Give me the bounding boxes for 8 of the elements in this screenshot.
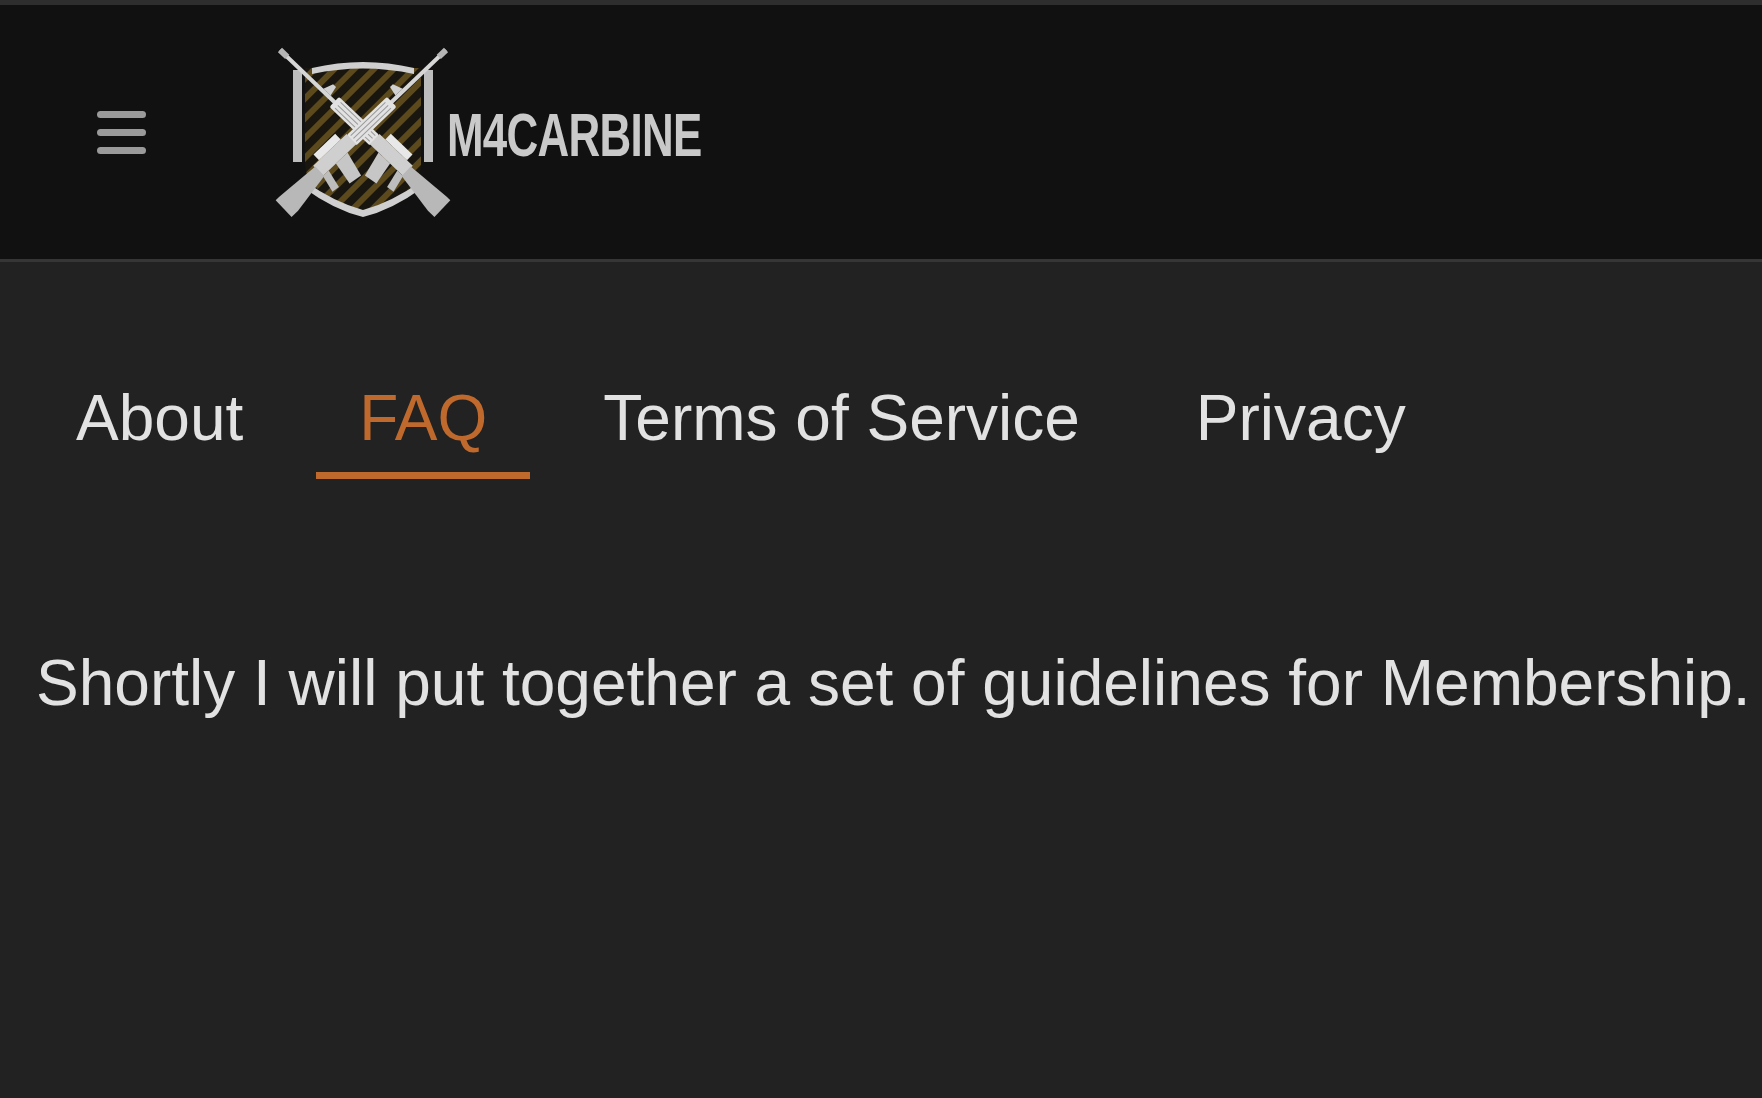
- tab[interactable]: About: [33, 382, 287, 479]
- menu-icon: [97, 110, 146, 154]
- tab[interactable]: Terms of Service: [560, 382, 1123, 479]
- tab[interactable]: Privacy: [1152, 382, 1449, 479]
- logo-wordmark: M4CARBINE: [447, 104, 702, 166]
- faq-text: Shortly I will put together a set of guidelines for Membership.: [35, 646, 1752, 721]
- menu-button[interactable]: [97, 110, 146, 154]
- tab[interactable]: FAQ: [316, 382, 531, 479]
